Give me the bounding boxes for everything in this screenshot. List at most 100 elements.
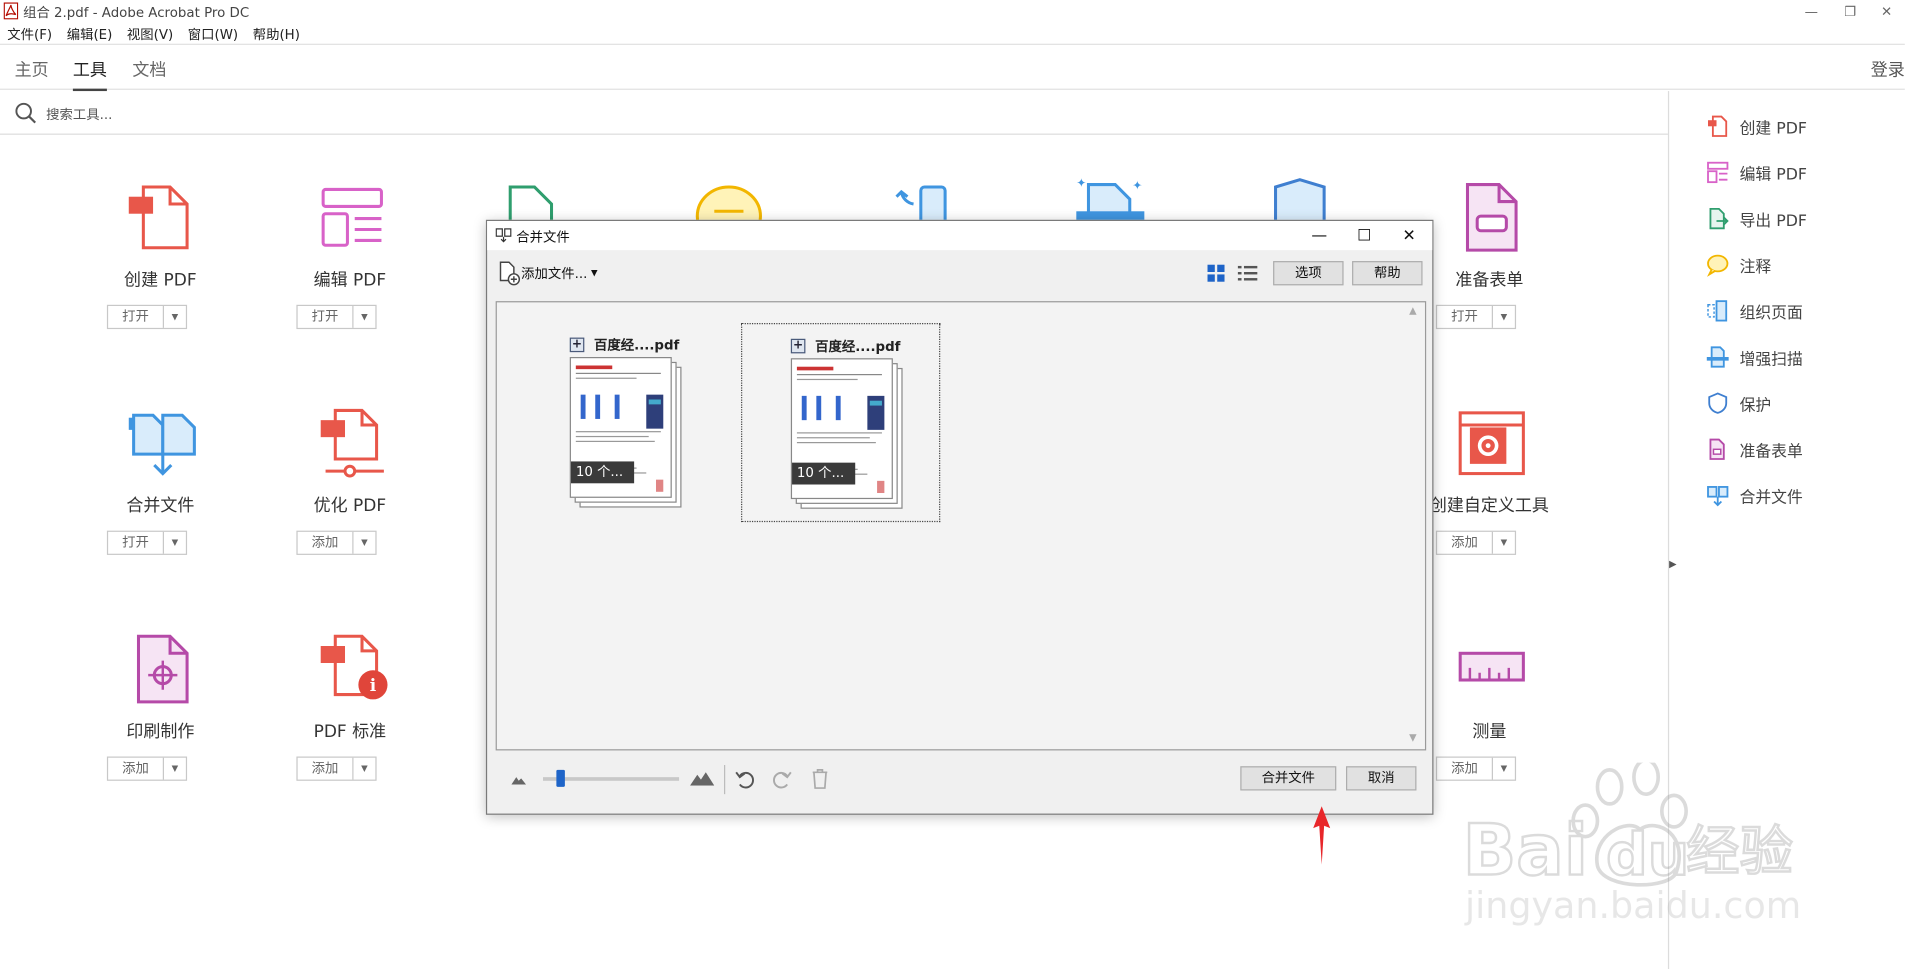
combine-files-icon — [128, 413, 196, 476]
tab-bar: 主页 工具 文档 登录 — [0, 43, 1905, 92]
file-list-area[interactable]: ▲ ▼ + 百度经....pdf 10 个... + 百度经....pdf 10… — [495, 301, 1427, 751]
collapse-panel-icon[interactable]: ▶ — [1669, 559, 1681, 574]
tool-add-button[interactable]: 添加 ▼ — [106, 756, 188, 781]
minimize-button[interactable]: — — [1793, 0, 1829, 22]
slider-knob[interactable] — [555, 769, 565, 787]
panel-item-organize-pages[interactable]: 组织页面 — [1706, 298, 1803, 325]
acrobat-logo-icon — [3, 2, 19, 20]
zoom-in-icon[interactable] — [690, 769, 715, 786]
panel-item-edit-pdf[interactable]: 编辑 PDF — [1706, 159, 1807, 186]
panel-item-export-pdf[interactable]: 导出 PDF — [1706, 205, 1807, 232]
tool-open-button[interactable]: 打开 ▼ — [296, 304, 377, 330]
dialog-close-button[interactable]: ✕ — [1386, 221, 1432, 250]
tool-add-button[interactable]: 添加 ▼ — [296, 756, 377, 781]
chevron-down-icon[interactable]: ▼ — [1493, 532, 1515, 554]
enhance-scan-icon — [1706, 346, 1729, 368]
annotation-arrow-icon — [1313, 806, 1331, 865]
panel-item-protect[interactable]: 保护 — [1706, 390, 1771, 417]
button-label[interactable]: 添加 — [298, 757, 354, 780]
toolbar-divider — [724, 765, 726, 795]
panel-item-label: 组织页面 — [1739, 304, 1803, 323]
expand-icon[interactable]: + — [790, 338, 806, 354]
panel-item-enhance-scan[interactable]: 增强扫描 — [1706, 344, 1803, 371]
svg-text:✦: ✦ — [1132, 178, 1142, 192]
chevron-down-icon[interactable]: ▼ — [164, 758, 186, 780]
vertical-scrollbar[interactable]: ▲ ▼ — [1406, 302, 1425, 749]
export-pdf-icon — [1709, 207, 1729, 230]
file-card[interactable]: + 百度经....pdf 10 个... — [521, 323, 720, 522]
svg-text:i: i — [370, 676, 377, 696]
combine-files-button[interactable]: 合并文件 — [1240, 766, 1337, 791]
print-production-icon — [136, 634, 189, 704]
tool-name: 合并文件 — [126, 496, 195, 517]
chevron-down-icon[interactable]: ▼ — [591, 268, 598, 278]
chevron-down-icon[interactable]: ▼ — [164, 532, 186, 554]
delete-icon[interactable] — [810, 767, 829, 789]
tool-add-button[interactable]: 添加 ▼ — [1435, 530, 1517, 555]
expand-icon[interactable]: + — [569, 337, 585, 353]
menu-help[interactable]: 帮助(H) — [245, 22, 307, 44]
button-label[interactable]: 添加 — [1437, 531, 1493, 554]
tool-add-button[interactable]: 添加 ▼ — [296, 530, 377, 555]
tool-name: PDF 标准 — [313, 722, 387, 742]
chevron-down-icon[interactable]: ▼ — [354, 532, 376, 554]
menu-file[interactable]: 文件(F) — [0, 22, 59, 44]
chevron-down-icon[interactable]: ▼ — [354, 758, 376, 780]
panel-item-create-pdf[interactable]: 创建 PDF — [1706, 113, 1807, 140]
chevron-down-icon[interactable]: ▼ — [354, 306, 376, 328]
scroll-up-icon[interactable]: ▲ — [1409, 305, 1416, 316]
enhance-scan-icon: ✦ ✦ — [1076, 176, 1145, 224]
search-input[interactable]: 搜索工具... — [46, 104, 112, 123]
scroll-down-icon[interactable]: ▼ — [1409, 732, 1416, 743]
page-count-badge: 10 个... — [570, 461, 635, 484]
panel-item-comment[interactable]: 注释 — [1706, 251, 1771, 278]
restore-button[interactable]: ❐ — [1832, 0, 1868, 22]
login-link[interactable]: 登录 — [1871, 57, 1905, 81]
grid-view-icon[interactable] — [1206, 264, 1225, 283]
menu-view[interactable]: 视图(V) — [120, 22, 181, 44]
list-view-icon[interactable] — [1237, 264, 1259, 283]
panel-item-label: 创建 PDF — [1739, 119, 1807, 138]
dialog-maximize-button[interactable]: ☐ — [1341, 221, 1387, 250]
tool-open-button[interactable]: 打开 ▼ — [106, 304, 188, 330]
tool-open-button[interactable]: 打开 ▼ — [1435, 304, 1517, 330]
dialog-title-bar: 合并文件 — ☐ ✕ — [487, 221, 1433, 251]
add-files-button[interactable]: 添加文件... ▼ — [497, 261, 598, 286]
tab-document[interactable]: 文档 — [132, 57, 166, 81]
button-label[interactable]: 打开 — [108, 531, 164, 554]
help-button[interactable]: 帮助 — [1352, 261, 1423, 286]
button-label[interactable]: 添加 — [108, 757, 164, 780]
acrobat-window: 组合 2.pdf - Adobe Acrobat Pro DC — ❐ ✕ 文件… — [0, 0, 1905, 969]
chevron-down-icon[interactable]: ▼ — [1493, 306, 1515, 328]
tab-tools[interactable]: 工具 — [72, 57, 107, 92]
thumbnail-size-slider[interactable] — [543, 769, 680, 787]
button-label[interactable]: 打开 — [298, 306, 354, 328]
menu-edit[interactable]: 编辑(E) — [59, 22, 119, 44]
baidu-jingyan-watermark: Bai du 经验 jingyan.baidu.com — [1461, 762, 1801, 927]
svg-text:Bai: Bai — [1463, 809, 1588, 891]
tool-open-button[interactable]: 打开 ▼ — [106, 530, 188, 555]
button-label[interactable]: 添加 — [298, 531, 354, 554]
window-title: 组合 2.pdf - Adobe Acrobat Pro DC — [23, 4, 250, 21]
file-card-selected[interactable]: + 百度经....pdf 10 个... — [741, 323, 941, 523]
redo-icon[interactable] — [771, 767, 793, 789]
close-button[interactable]: ✕ — [1868, 0, 1904, 22]
organize-pages-icon — [895, 185, 947, 224]
panel-item-combine-files[interactable]: 合并文件 — [1706, 482, 1803, 509]
options-button[interactable]: 选项 — [1273, 261, 1344, 286]
file-thumbnail: 10 个... — [569, 357, 682, 508]
dialog-minimize-button[interactable]: — — [1296, 221, 1342, 250]
chevron-down-icon[interactable]: ▼ — [164, 306, 186, 328]
organize-pages-icon — [1707, 300, 1728, 322]
cancel-button[interactable]: 取消 — [1345, 766, 1417, 791]
zoom-out-icon[interactable] — [511, 772, 527, 785]
dialog-title: 合并文件 — [516, 229, 570, 246]
button-label[interactable]: 打开 — [1437, 306, 1493, 328]
tool-name: 印刷制作 — [126, 722, 195, 742]
tab-home[interactable]: 主页 — [15, 57, 49, 81]
undo-icon[interactable] — [734, 767, 756, 789]
title-bar: 组合 2.pdf - Adobe Acrobat Pro DC — ❐ ✕ — [0, 0, 1905, 22]
menu-window[interactable]: 窗口(W) — [180, 22, 245, 44]
button-label[interactable]: 打开 — [108, 306, 164, 328]
panel-item-prepare-form[interactable]: 准备表单 — [1706, 436, 1803, 463]
